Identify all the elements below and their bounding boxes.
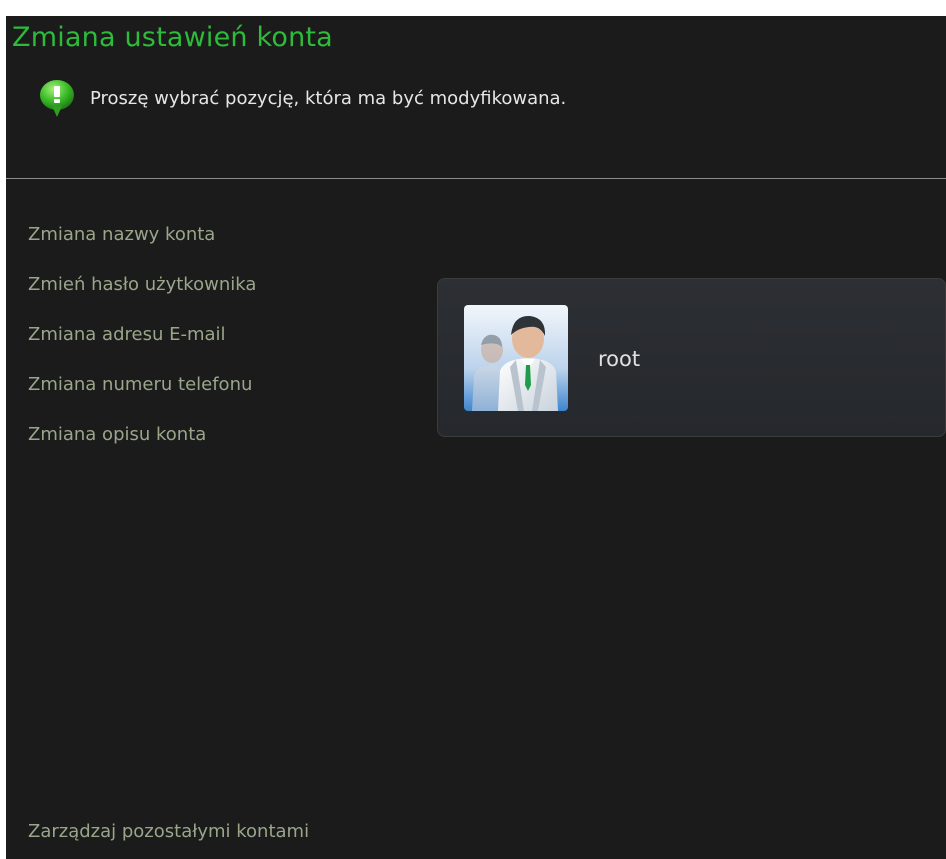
header-divider [6,178,946,179]
account-settings-window: Zmiana ustawień konta Proszę wybrać pozy… [6,16,946,859]
page-title: Zmiana ustawień konta [12,22,333,53]
manage-other-accounts-link[interactable]: Zarządzaj pozostałymi kontami [28,821,309,842]
account-card[interactable]: root [437,278,946,437]
menu-item-change-account-name[interactable]: Zmiana nazwy konta [28,222,256,272]
user-avatar-icon [464,305,568,411]
menu-item-change-password[interactable]: Zmień hasło użytkownika [28,272,256,322]
menu-item-change-description[interactable]: Zmiana opisu konta [28,422,256,472]
account-name: root [598,347,641,371]
info-bubble-icon [40,80,74,117]
menu-item-change-phone[interactable]: Zmiana numeru telefonu [28,372,256,422]
info-message: Proszę wybrać pozycję, która ma być mody… [38,78,566,118]
settings-menu: Zmiana nazwy konta Zmień hasło użytkowni… [28,222,256,472]
info-text: Proszę wybrać pozycję, która ma być mody… [90,87,567,109]
menu-item-change-email[interactable]: Zmiana adresu E-mail [28,322,256,372]
